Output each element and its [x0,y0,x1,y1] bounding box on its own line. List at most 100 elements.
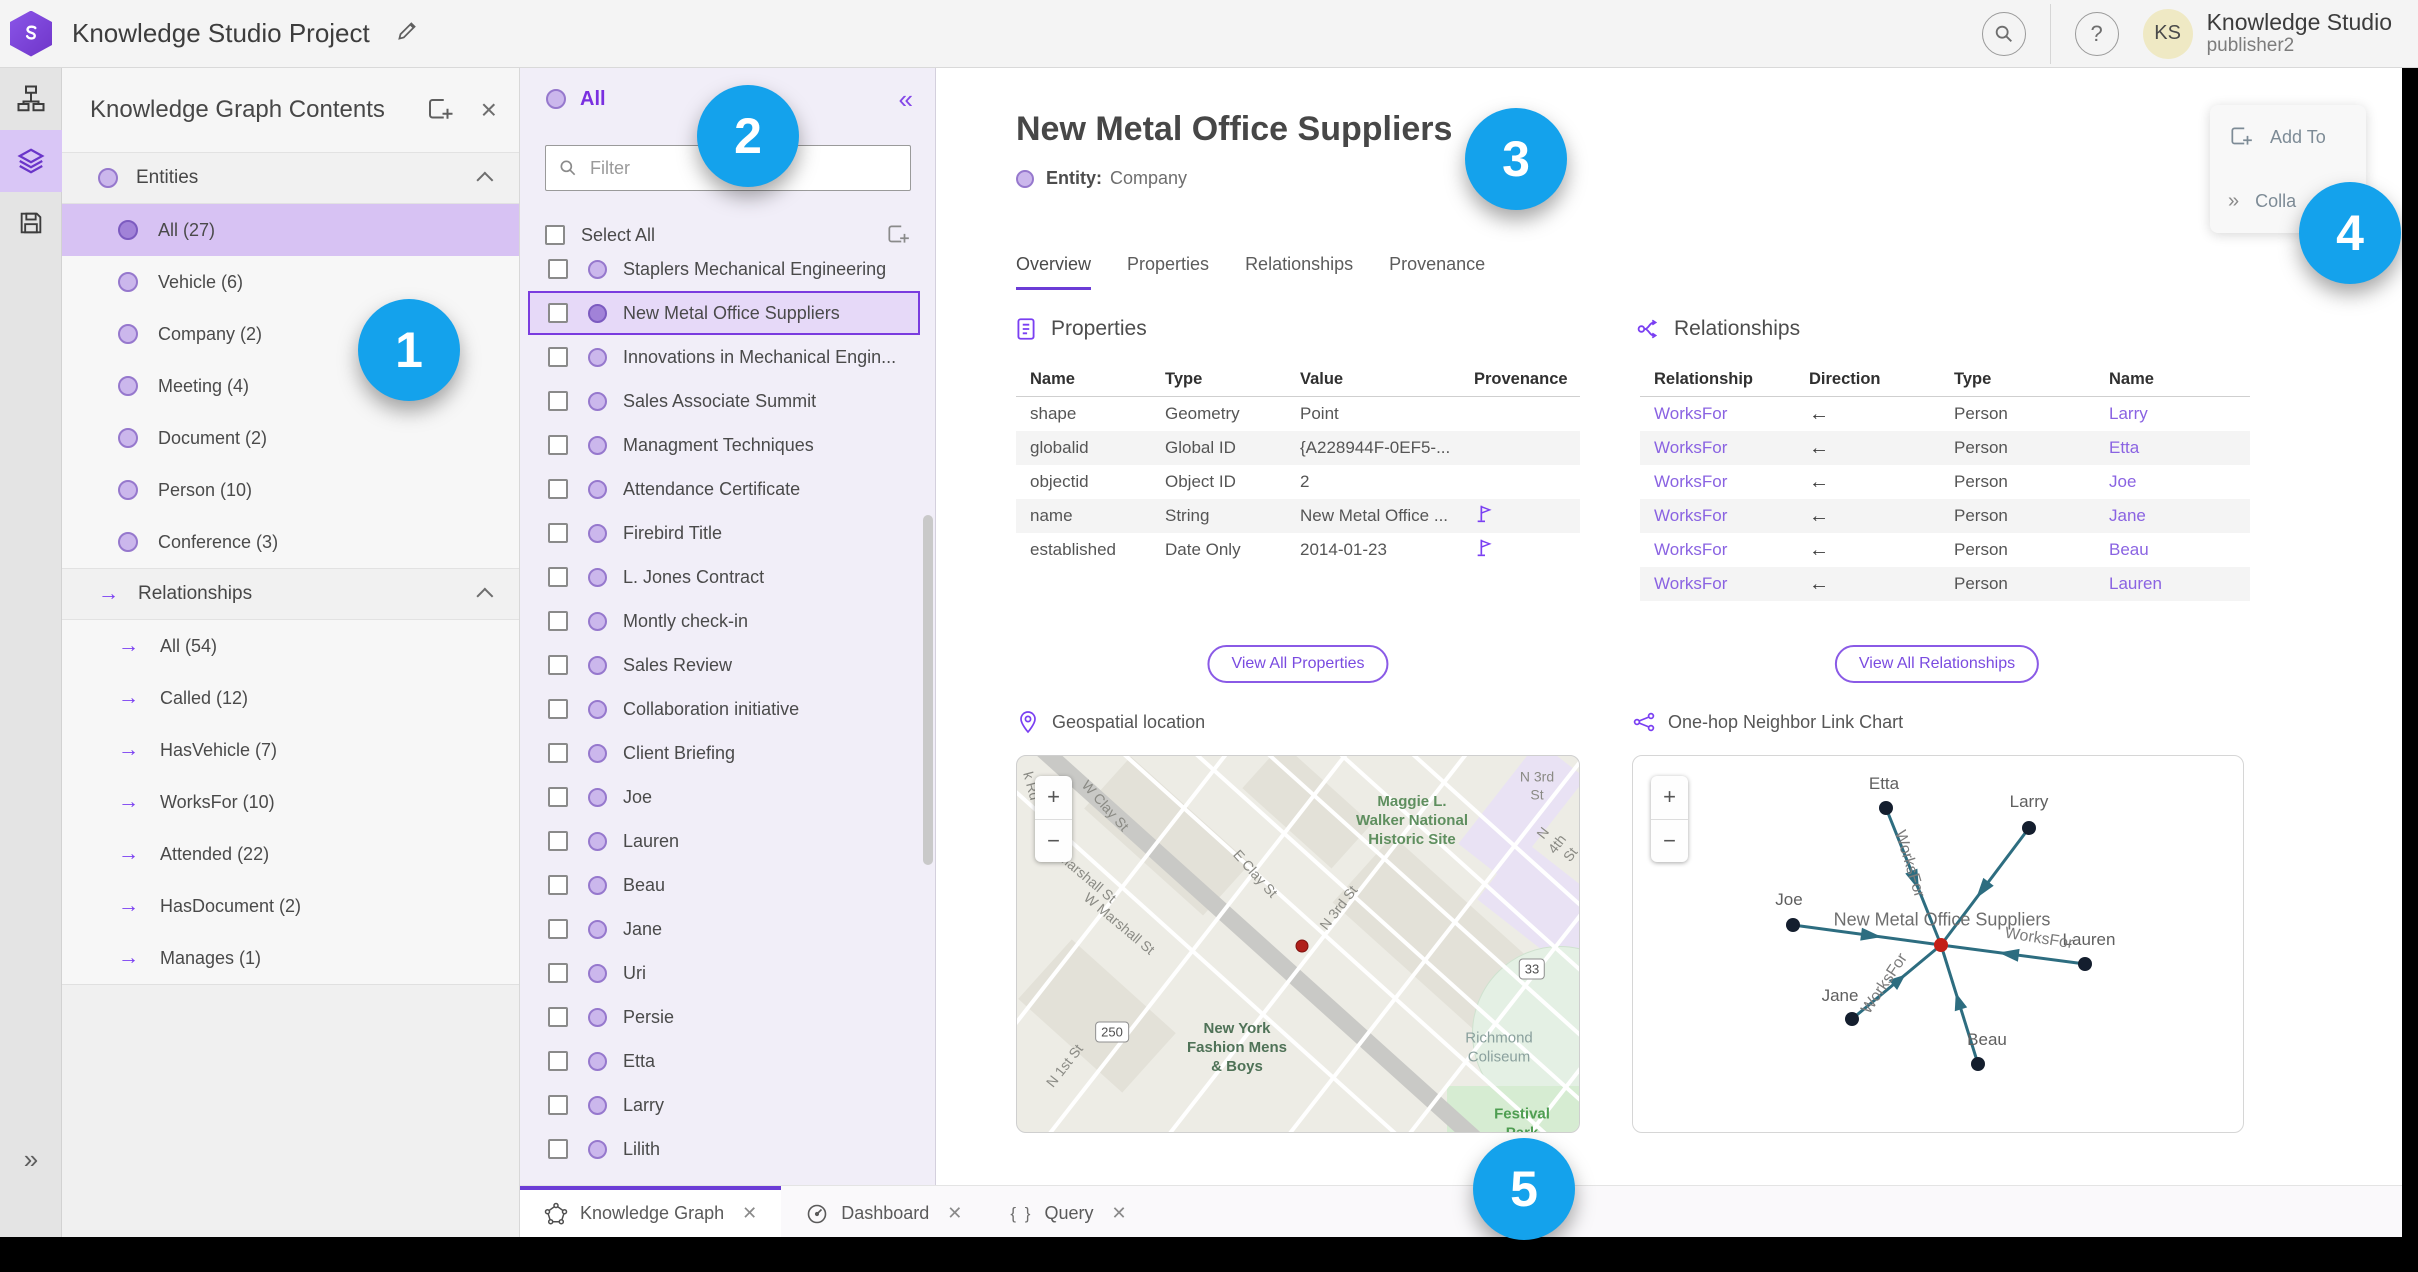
sidebar-item-entity[interactable]: Conference (3) [62,516,519,568]
list-item[interactable]: Persie [528,995,920,1039]
item-checkbox[interactable] [548,567,568,587]
list-item[interactable]: Lilith [528,1127,920,1171]
item-checkbox[interactable] [548,611,568,631]
relationship-link[interactable]: WorksFor [1640,472,1795,492]
table-row[interactable]: name String New Metal Office ... [1016,499,1580,533]
table-row[interactable]: WorksFor ← Person Lauren [1640,567,2250,601]
entities-section-header[interactable]: Entities [62,152,519,204]
edit-title-icon[interactable] [394,18,420,49]
item-checkbox[interactable] [548,435,568,455]
item-checkbox[interactable] [548,479,568,499]
close-tab-icon[interactable]: ✕ [947,1203,962,1224]
sidebar-item-relationship[interactable]: → HasDocument (2) [62,880,519,932]
item-checkbox[interactable] [548,787,568,807]
close-tab-icon[interactable]: ✕ [1111,1203,1126,1224]
add-to-menu-item[interactable]: Add To [2210,105,2366,169]
relationship-link[interactable]: WorksFor [1640,574,1795,594]
list-item[interactable]: Montly check-in [528,599,920,643]
item-checkbox[interactable] [548,303,568,323]
list-item[interactable]: Collaboration initiative [528,687,920,731]
scrollbar-thumb[interactable] [923,515,933,865]
item-checkbox[interactable] [548,1095,568,1115]
table-row[interactable]: globalid Global ID {A228944F-0EF5-... [1016,431,1580,465]
expand-rail-icon[interactable]: » [0,1144,62,1175]
add-to-map-icon[interactable] [885,222,911,248]
node-dot[interactable] [2078,957,2092,971]
table-row[interactable]: WorksFor ← Person Larry [1640,397,2250,431]
table-row[interactable]: WorksFor ← Person Etta [1640,431,2250,465]
list-item[interactable]: Etta [528,1039,920,1083]
table-row[interactable]: established Date Only 2014-01-23 [1016,533,1580,567]
sidebar-item-relationship[interactable]: → WorksFor (10) [62,776,519,828]
view-all-relationships-button[interactable]: View All Relationships [1834,645,2040,683]
tab-dashboard[interactable]: Dashboard ✕ [781,1186,986,1237]
close-tab-icon[interactable]: ✕ [742,1203,757,1224]
tab-query[interactable]: { } Query ✕ [986,1186,1150,1237]
close-panel-icon[interactable]: × [481,94,497,126]
sidebar-item-relationship[interactable]: → HasVehicle (7) [62,724,519,776]
search-button[interactable] [1981,11,2026,56]
relationship-link[interactable]: WorksFor [1640,540,1795,560]
list-item[interactable]: Innovations in Mechanical Engin... [528,335,920,379]
item-checkbox[interactable] [548,1139,568,1159]
link-chart[interactable]: Etta Larry Joe Lauren Jane Beau WorksFor… [1632,755,2244,1133]
sidebar-item-entity[interactable]: Vehicle (6) [62,256,519,308]
node-dot[interactable] [1879,801,1893,815]
geospatial-map[interactable]: k Rd W Clay St E Clay St Marshall St W Marsh… [1016,755,1580,1133]
list-item[interactable]: New Metal Office Suppliers [528,291,920,335]
detail-tab[interactable]: Overview [1016,254,1092,290]
node-dot[interactable] [1786,918,1800,932]
zoom-out-button[interactable]: − [1035,820,1072,863]
entity-link[interactable]: Joe [2095,472,2250,492]
table-row[interactable]: WorksFor ← Person Beau [1640,533,2250,567]
list-item[interactable]: Beau [528,863,920,907]
list-item[interactable]: Uri [528,951,920,995]
zoom-out-button[interactable]: − [1651,820,1688,863]
item-checkbox[interactable] [548,1007,568,1027]
item-checkbox[interactable] [548,391,568,411]
entity-link[interactable]: Jane [2095,506,2250,526]
table-row[interactable]: WorksFor ← Person Joe [1640,465,2250,499]
list-item[interactable]: Lauren [528,819,920,863]
item-checkbox[interactable] [548,963,568,983]
list-item[interactable]: L. Jones Contract [528,555,920,599]
table-row[interactable]: WorksFor ← Person Jane [1640,499,2250,533]
item-checkbox[interactable] [548,743,568,763]
item-checkbox[interactable] [548,831,568,851]
entity-link[interactable]: Etta [2095,438,2250,458]
relationships-section-header[interactable]: → Relationships [62,568,519,620]
list-item[interactable]: Larry [528,1083,920,1127]
zoom-in-button[interactable]: + [1035,776,1072,820]
list-item[interactable]: Managment Techniques [528,423,920,467]
item-checkbox[interactable] [548,699,568,719]
sidebar-item-entity[interactable]: All (27) [62,204,519,256]
item-checkbox[interactable] [548,259,568,279]
list-item[interactable]: Sales Associate Summit [528,379,920,423]
item-checkbox[interactable] [548,347,568,367]
list-item[interactable]: Joe [528,775,920,819]
view-all-properties-button[interactable]: View All Properties [1207,645,1389,683]
avatar[interactable]: KS [2142,8,2193,59]
list-item[interactable]: Firebird Title [528,511,920,555]
node-dot[interactable] [2022,821,2036,835]
list-item[interactable]: Client Briefing [528,731,920,775]
help-button[interactable]: ? [2074,11,2119,56]
sidebar-item-relationship[interactable]: → Manages (1) [62,932,519,984]
save-tool-icon[interactable] [0,192,62,254]
item-checkbox[interactable] [548,919,568,939]
node-dot[interactable] [1845,1012,1859,1026]
list-item[interactable]: Staplers Mechanical Engineering [528,247,920,291]
table-row[interactable]: shape Geometry Point [1016,397,1580,431]
relationship-link[interactable]: WorksFor [1640,404,1795,424]
tab-knowledge-graph[interactable]: Knowledge Graph ✕ [520,1186,782,1237]
add-to-map-icon[interactable] [425,95,455,125]
center-node-dot[interactable] [1934,938,1948,952]
detail-tab[interactable]: Relationships [1245,254,1353,290]
item-checkbox[interactable] [548,655,568,675]
detail-tab[interactable]: Properties [1127,254,1209,290]
relationship-link[interactable]: WorksFor [1640,506,1795,526]
zoom-in-button[interactable]: + [1651,776,1688,820]
sidebar-item-entity[interactable]: Document (2) [62,412,519,464]
item-checkbox[interactable] [548,1051,568,1071]
schema-tool-icon[interactable] [0,68,62,130]
